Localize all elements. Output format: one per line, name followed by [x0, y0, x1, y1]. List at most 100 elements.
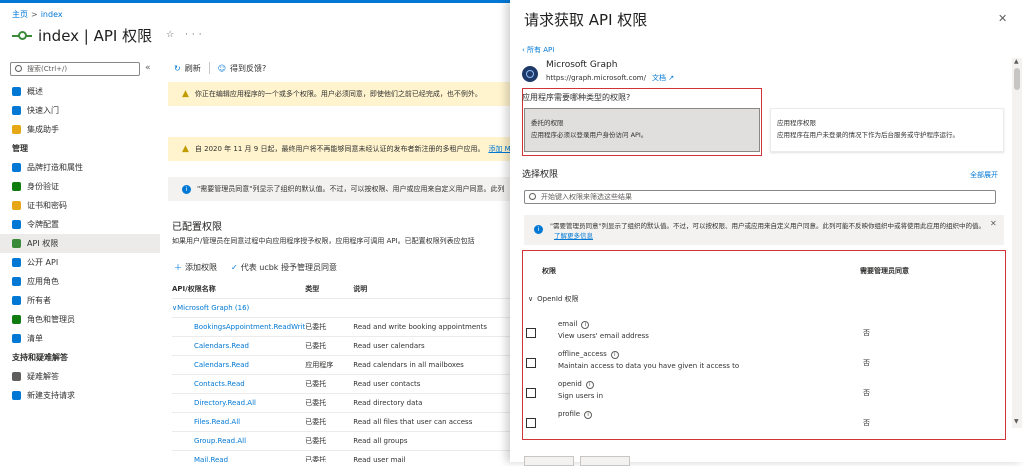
sidebar-item[interactable]: 证书和密码 — [0, 196, 160, 215]
permission-name-link[interactable]: Calendars.Read — [172, 336, 306, 356]
add-permission-button[interactable]: ＋添加权限 — [174, 262, 217, 273]
refresh-button[interactable]: ↻ 刷新 — [174, 63, 201, 74]
permission-search-placeholder: 开始键入权限来筛选这些结果 — [541, 193, 632, 201]
panel-scrollbar[interactable]: ▲ ▼ — [1012, 58, 1022, 428]
table-group-row[interactable]: ∨Microsoft Graph (16) — [172, 298, 512, 318]
permission-name-link[interactable]: Calendars.Read — [172, 355, 306, 375]
admin-consent-required: 否 — [863, 419, 870, 427]
api-permissions-icon — [12, 27, 32, 43]
feedback-button[interactable]: ☺ 得到反馈? — [218, 63, 267, 74]
scroll-down-icon[interactable]: ▼ — [1014, 418, 1019, 425]
openid-group-toggle[interactable]: ∨ OpenId 权限 — [528, 294, 579, 304]
table-row: Calendars.Read 已委托 Read user calendars — [172, 336, 512, 356]
permission-checkbox[interactable] — [526, 358, 536, 368]
all-apis-link[interactable]: ‹ 所有 API — [522, 45, 554, 55]
sidebar-item[interactable]: 快速入门 — [0, 101, 160, 120]
add-permission-label: 添加权限 — [185, 263, 217, 272]
permission-name-link[interactable]: Mail.Read — [172, 450, 306, 462]
info-icon[interactable]: i — [584, 411, 593, 419]
sidebar-item[interactable]: 应用角色 — [0, 272, 160, 291]
permission-type: 已委托 — [305, 336, 354, 356]
permission-name-link[interactable]: Group.Read.All — [172, 431, 306, 451]
admin-consent-required: 否 — [863, 329, 870, 337]
warning-icon: ▲ — [182, 144, 189, 154]
warning-banner-publisher: ▲ 自 2020 年 11 月 9 日起，最终用户将不再能够同意未经认证的发布者… — [168, 137, 513, 161]
close-icon[interactable]: ✕ — [998, 12, 1007, 25]
info-icon[interactable]: i — [585, 381, 594, 389]
sidebar-item[interactable]: 所有者 — [0, 291, 160, 310]
permission-row: openid i Sign users in 否 — [526, 380, 1002, 410]
permission-name-link[interactable]: Files.Read.All — [172, 412, 306, 432]
permission-desc: Read calendars in all mailboxes — [353, 355, 512, 375]
sidebar-item-label: 快速入门 — [27, 106, 59, 115]
permission-desc: Read directory data — [353, 393, 512, 413]
sidebar-search-input[interactable]: 搜索(Ctrl+/) — [10, 62, 140, 76]
permission-name-row: openid i — [558, 380, 594, 389]
sidebar-item-label: 清单 — [27, 334, 43, 343]
divider — [208, 62, 210, 74]
permission-checkbox[interactable] — [526, 388, 536, 398]
column-header-desc[interactable]: 说明 — [353, 280, 512, 299]
key-icon — [12, 201, 21, 210]
delegated-permissions-card[interactable]: 委托的权限 应用程序必须以登录用户身份访问 API。 — [524, 108, 760, 152]
permission-checkbox[interactable] — [526, 328, 536, 338]
application-permissions-card[interactable]: 应用程序权限 应用程序在用户未登录的情况下作为后台服务或守护程序运行。 — [770, 108, 1004, 152]
sidebar-item[interactable]: 新建支持请求 — [0, 386, 160, 405]
panel-title: 请求获取 API 权限 — [524, 11, 648, 29]
column-header-api[interactable]: API/权限名称 — [172, 280, 306, 299]
sidebar-item[interactable]: API 权限 — [0, 234, 160, 253]
breadcrumb-home[interactable]: 主页 — [12, 10, 28, 19]
app-roles-icon — [12, 277, 21, 286]
permission-type: 已委托 — [305, 393, 354, 413]
expand-all-link[interactable]: 全部展开 — [970, 170, 998, 180]
permission-name-link[interactable]: BookingsAppointment.ReadWrit — [172, 317, 306, 337]
sidebar-item-label: 所有者 — [27, 296, 51, 305]
microsoft-graph-icon — [522, 66, 538, 82]
breadcrumb-current[interactable]: index — [41, 10, 63, 19]
page-title: index | API 权限 — [38, 26, 153, 45]
scroll-up-icon[interactable]: ▲ — [1014, 58, 1019, 65]
collapse-sidebar-button[interactable]: « — [145, 63, 151, 73]
sidebar-item[interactable]: 角色和管理员 — [0, 310, 160, 329]
rocket-icon — [12, 125, 21, 134]
sidebar-item[interactable]: 概述 — [0, 82, 160, 101]
sidebar-item[interactable]: 集成助手 — [0, 120, 160, 139]
warning-link[interactable]: 添加 M — [488, 144, 510, 154]
application-title: 应用程序权限 — [777, 119, 816, 127]
info-text: "需要管理员同意"列显示了组织的默认值。不过，可以按权限、用户或应用来自定义用户… — [197, 185, 505, 193]
column-header-type[interactable]: 类型 — [305, 280, 354, 299]
table-row: Mail.Read 已委托 Read user mail — [172, 450, 512, 462]
table-row: Files.Read.All 已委托 Read all files that use… — [172, 412, 512, 432]
dismiss-info-icon[interactable]: ✕ — [990, 219, 997, 229]
permission-search-input[interactable]: 开始键入权限来筛选这些结果 — [524, 190, 996, 204]
sidebar-item[interactable]: 令牌配置 — [0, 215, 160, 234]
chevron-down-icon: ∨ — [528, 295, 534, 303]
sidebar-search-placeholder: 搜索(Ctrl+/) — [27, 65, 68, 73]
permission-row: offline_access i Maintain access to data y… — [526, 350, 1002, 380]
sidebar-item[interactable]: 身份验证 — [0, 177, 160, 196]
permission-name-link[interactable]: Contacts.Read — [172, 374, 306, 394]
sidebar-item[interactable]: 品牌打造和属性 — [0, 158, 160, 177]
sidebar-item-label: 疑难解答 — [27, 372, 59, 381]
search-icon — [15, 65, 22, 72]
sidebar-item-label: 证书和密码 — [27, 201, 67, 210]
scrollbar-thumb[interactable] — [1014, 68, 1020, 90]
permission-name-link[interactable]: Directory.Read.All — [172, 393, 306, 413]
info-icon[interactable]: i — [610, 351, 619, 359]
discard-button[interactable] — [580, 456, 630, 466]
info-icon: i — [182, 184, 191, 194]
permission-checkbox[interactable] — [526, 418, 536, 428]
sidebar-item[interactable]: 疑难解答 — [0, 367, 160, 386]
table-row: Group.Read.All 已委托 Read all groups — [172, 431, 512, 451]
permission-type: 已委托 — [305, 374, 354, 394]
pin-more-actions[interactable]: ☆ ··· — [166, 30, 206, 40]
sidebar-item[interactable]: 公开 API — [0, 253, 160, 272]
permission-desc: Read all files that user can access — [353, 412, 512, 432]
sidebar-item[interactable]: 清单 — [0, 329, 160, 348]
grant-consent-button[interactable]: ✓ 代表 ucbk 授予管理员同意 — [231, 262, 337, 273]
add-permissions-button[interactable] — [524, 456, 574, 466]
docs-link[interactable]: 文档 ↗ — [652, 74, 674, 82]
info-icon[interactable]: i — [581, 321, 590, 329]
learn-more-link[interactable]: 了解更多信息 — [554, 232, 593, 240]
sidebar-nav: 概述 快速入门 集成助手 管理 品牌打造和属性 身份验证 证书和密码 令牌配置 API 权限 公开… — [0, 82, 160, 405]
